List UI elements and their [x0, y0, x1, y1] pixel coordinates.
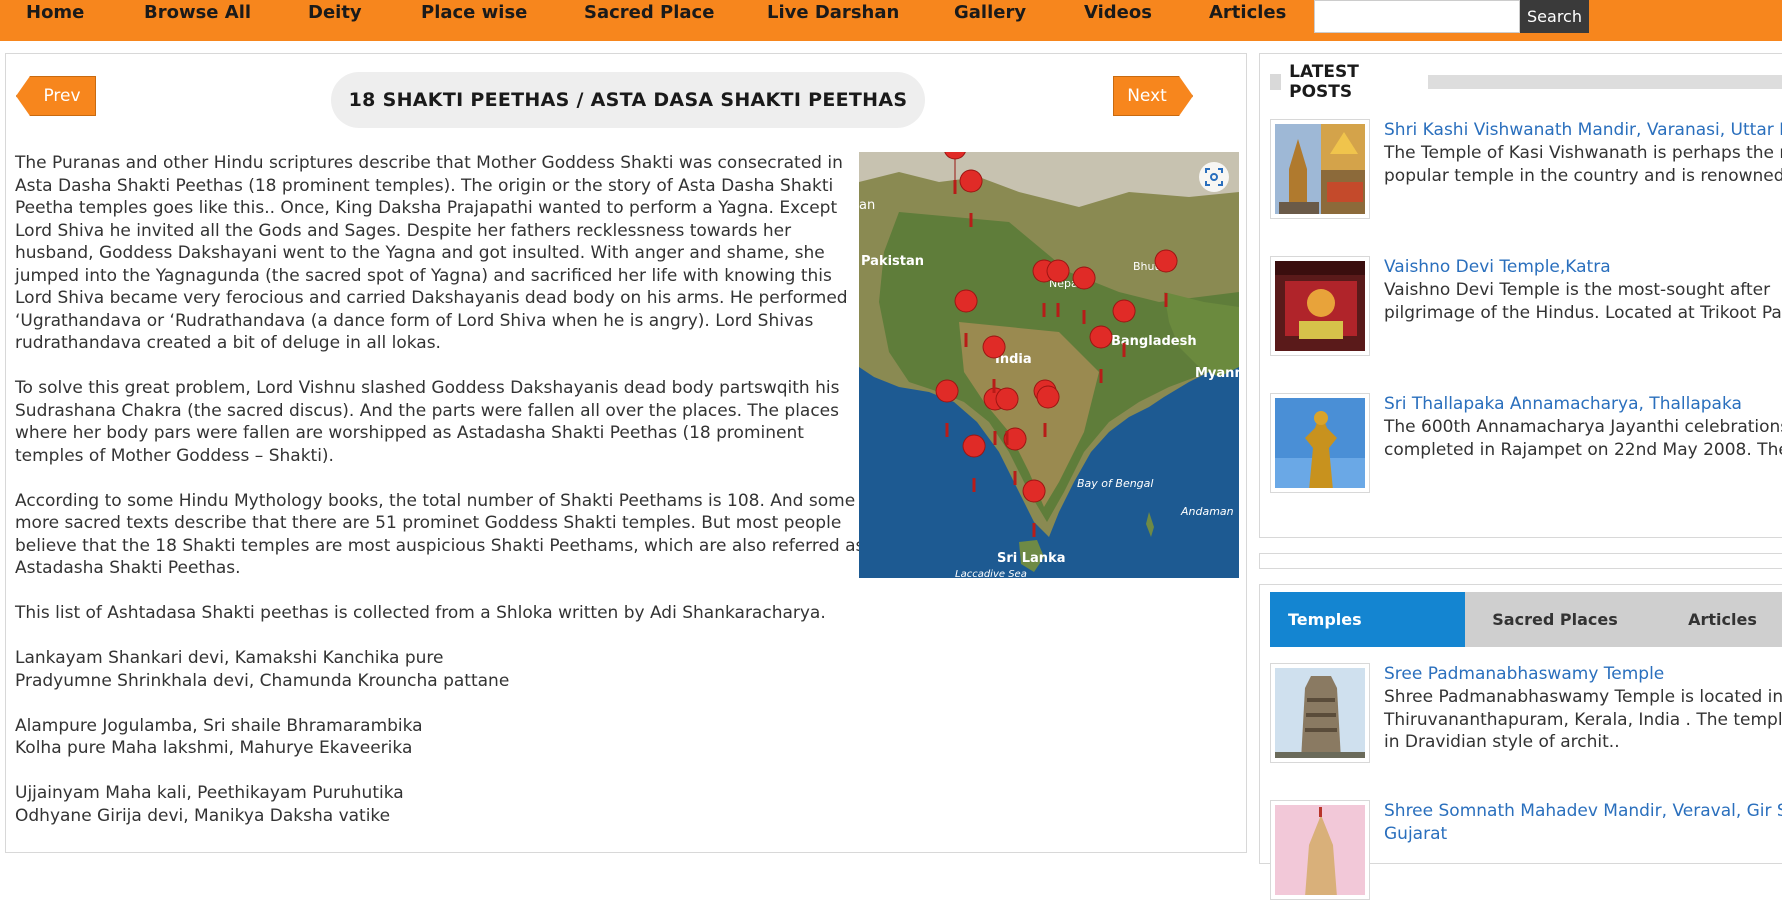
map-pin-marker[interactable]: [1154, 249, 1178, 273]
article-body: The Puranas and other Hindu scriptures d…: [15, 152, 865, 850]
post-title-link[interactable]: Sri Thallapaka Annamacharya, Thallapaka: [1384, 393, 1782, 415]
map-image: an Pakistan India Nepal Bhutan Banglades…: [859, 152, 1239, 578]
shloka-verse: Lankayam Shankari devi, Kamakshi Kanchik…: [15, 647, 865, 692]
category-tabs-panel: Temples Sacred Places Articles Sree Padm…: [1259, 584, 1782, 900]
article-paragraph: According to some Hindu Mythology books,…: [15, 490, 865, 579]
tab-temples[interactable]: Temples: [1270, 592, 1465, 647]
post-thumbnail[interactable]: [1270, 256, 1370, 356]
post-thumbnail[interactable]: [1270, 119, 1370, 219]
shakti-peetha-map[interactable]: an Pakistan India Nepal Bhutan Banglades…: [859, 152, 1239, 578]
map-pin-marker[interactable]: [1046, 259, 1070, 283]
post-title-link[interactable]: Sree Padmanabhaswamy Temple: [1384, 663, 1782, 685]
nav-live-darshan[interactable]: Live Darshan: [767, 2, 899, 23]
map-pin-marker[interactable]: [995, 387, 1019, 411]
excerpt-line: The Temple of Kasi Vishwanath is perhaps…: [1384, 143, 1782, 163]
excerpt-line: pilgrimage of the Hindus. Located at Tri…: [1384, 302, 1782, 323]
sidebar-divider-box: [1259, 553, 1782, 569]
map-label-sri-lanka: Sri Lanka: [997, 551, 1066, 566]
post-thumbnail[interactable]: [1270, 663, 1370, 763]
heading-rule: [1427, 75, 1782, 89]
post-excerpt: Vaishno Devi Temple is the most-sought a…: [1384, 279, 1782, 324]
map-label-andaman: Andaman: [1180, 505, 1234, 518]
map-pin-marker[interactable]: [1072, 266, 1096, 290]
search-button[interactable]: Search: [1520, 0, 1589, 33]
nav-articles[interactable]: Articles: [1209, 2, 1286, 23]
verse-line: Pradyumne Shrinkhala devi, Chamunda Krou…: [15, 670, 510, 691]
excerpt-line: Thiruvananthapuram, Kerala, India . The …: [1384, 709, 1782, 730]
post-excerpt: Shree Padmanabhaswamy Temple is located …: [1384, 686, 1782, 754]
map-label-bay-of-bengal: Bay of Bengal: [1077, 477, 1153, 490]
map-pin-marker[interactable]: [1022, 479, 1046, 503]
nav-gallery[interactable]: Gallery: [954, 2, 1026, 23]
map-pin-marker[interactable]: [954, 289, 978, 313]
verse-line: Alampure Jogulamba, Sri shaile Bhramaram…: [15, 715, 423, 736]
map-label-pakistan: Pakistan: [861, 254, 924, 269]
search-input[interactable]: [1314, 0, 1520, 33]
map-pin-marker[interactable]: [1112, 299, 1136, 323]
map-pin-marker[interactable]: [982, 335, 1006, 359]
article-paragraph: The Puranas and other Hindu scriptures d…: [15, 153, 848, 353]
nav-videos[interactable]: Videos: [1084, 2, 1152, 23]
statue-image: [1275, 398, 1365, 488]
excerpt-line: Gujarat: [1384, 824, 1448, 844]
gopuram-image: [1275, 668, 1365, 758]
post-thumbnail[interactable]: [1270, 800, 1370, 900]
list-item: Sree Padmanabhaswamy Temple Shree Padman…: [1270, 663, 1782, 783]
next-button[interactable]: Next: [1113, 76, 1193, 116]
nav-deity[interactable]: Deity: [308, 2, 362, 23]
tab-sacred-places[interactable]: Sacred Places: [1465, 592, 1645, 647]
article-panel: Prev 18 SHAKTI PEETHAS / ASTA DASA SHAKT…: [5, 53, 1247, 853]
shrine-image: [1275, 261, 1365, 351]
tab-articles[interactable]: Articles: [1645, 592, 1782, 647]
nav-place-wise[interactable]: Place wise: [421, 2, 527, 23]
post-thumbnail[interactable]: [1270, 393, 1370, 493]
fullscreen-icon[interactable]: [1199, 162, 1229, 192]
excerpt-line: popular temple in the country and is ren…: [1384, 165, 1782, 186]
shloka-verse: Ujjainyam Maha kali, Peethikayam Puruhut…: [15, 782, 865, 827]
article-paragraph: This list of Ashtadasa Shakti peethas is…: [15, 603, 826, 623]
tab-bar: Temples Sacred Places Articles: [1270, 592, 1782, 647]
latest-posts-panel: LATEST POSTS Shri Kashi Vishwanath Mandi…: [1259, 53, 1782, 538]
verse-line: Ujjainyam Maha kali, Peethikayam Puruhut…: [15, 783, 404, 803]
nav-browse-all[interactable]: Browse All: [144, 2, 251, 23]
map-label-laccadive-sea: Laccadive Sea: [955, 569, 1027, 578]
nav-home[interactable]: Home: [26, 2, 84, 23]
prev-button[interactable]: Prev: [16, 76, 96, 116]
excerpt-line: The 600th Annamacharya Jayanthi celebrat…: [1384, 417, 1782, 437]
list-item: Shri Kashi Vishwanath Mandir, Varanasi, …: [1270, 119, 1782, 229]
map-label-an: an: [859, 198, 875, 213]
list-item: Vaishno Devi Temple,Katra Vaishno Devi T…: [1270, 256, 1782, 366]
post-title-link[interactable]: Shree Somnath Mahadev Mandir, Veraval, G…: [1384, 800, 1782, 822]
post-excerpt: The 600th Annamacharya Jayanthi celebrat…: [1384, 416, 1782, 461]
map-pin-marker[interactable]: [1089, 325, 1113, 349]
page-title: 18 SHAKTI PEETHAS / ASTA DASA SHAKTI PEE…: [331, 72, 925, 128]
excerpt-line: in Dravidian style of archit..: [1384, 732, 1620, 752]
excerpt-line: Vaishno Devi Temple is the most-sought a…: [1384, 280, 1771, 300]
shloka-verse: Alampure Jogulamba, Sri shaile Bhramaram…: [15, 715, 865, 760]
map-pin-marker[interactable]: [962, 434, 986, 458]
latest-posts-title: LATEST POSTS: [1289, 62, 1359, 102]
list-item: Shree Somnath Mahadev Mandir, Veraval, G…: [1270, 800, 1782, 900]
map-pin-marker[interactable]: [935, 379, 959, 403]
map-pin-marker[interactable]: [959, 169, 983, 193]
post-excerpt: The Temple of Kasi Vishwanath is perhaps…: [1384, 142, 1782, 187]
verse-line: Lankayam Shankari devi, Kamakshi Kanchik…: [15, 648, 444, 668]
map-pin-marker[interactable]: [1036, 385, 1060, 409]
verse-line: Kolha pure Maha lakshmi, Mahurye Ekaveer…: [15, 738, 413, 758]
excerpt-line: completed in Rajampet on 22nd May 2008. …: [1384, 439, 1782, 460]
top-navigation-bar: Home Browse All Deity Place wise Sacred …: [0, 0, 1782, 41]
excerpt-line: Shree Padmanabhaswamy Temple is located …: [1384, 687, 1782, 707]
latest-posts-heading: LATEST POSTS: [1270, 62, 1782, 102]
heading-marker: [1270, 74, 1282, 90]
map-label-myanmar: Myanm (Burm: [1195, 366, 1239, 381]
temple-image: [1275, 124, 1365, 214]
post-title-link[interactable]: Vaishno Devi Temple,Katra: [1384, 256, 1782, 278]
nav-sacred-place[interactable]: Sacred Place: [584, 2, 714, 23]
article-paragraph: To solve this great problem, Lord Vishnu…: [15, 378, 840, 466]
post-title-link[interactable]: Shri Kashi Vishwanath Mandir, Varanasi, …: [1384, 119, 1782, 141]
temple-image: [1275, 805, 1365, 895]
list-item: Sri Thallapaka Annamacharya, Thallapaka …: [1270, 393, 1782, 503]
post-excerpt: Gujarat: [1384, 823, 1782, 846]
verse-line: Odhyane Girija devi, Manikya Daksha vati…: [15, 805, 391, 826]
